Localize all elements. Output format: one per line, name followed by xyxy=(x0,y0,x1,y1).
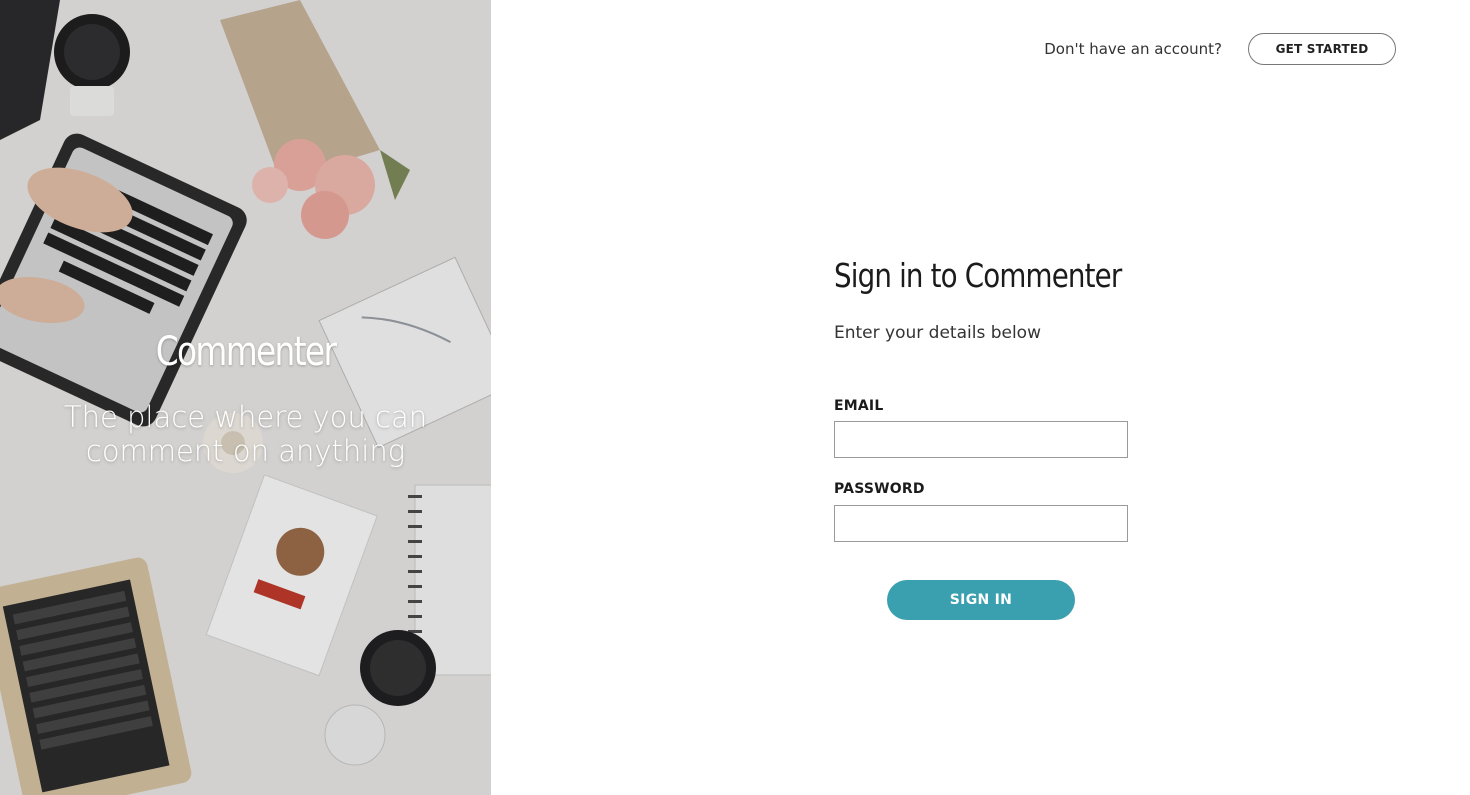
signin-page: Commenter The place where you can commen… xyxy=(0,0,1470,795)
hero-overlay xyxy=(0,0,491,795)
no-account-prompt: Don't have an account? xyxy=(1044,40,1222,58)
hero-panel: Commenter The place where you can commen… xyxy=(0,0,491,795)
email-input[interactable] xyxy=(834,421,1128,458)
password-input[interactable] xyxy=(834,505,1128,542)
hero-title: Commenter xyxy=(155,329,337,375)
sign-in-button[interactable]: SIGN IN xyxy=(887,580,1075,620)
form-title: Sign in to Commenter xyxy=(834,256,1122,295)
hero-tagline: The place where you can comment on anyth… xyxy=(63,400,428,468)
get-started-button[interactable]: GET STARTED xyxy=(1248,33,1396,65)
password-label: PASSWORD xyxy=(834,481,925,497)
form-subtitle: Enter your details below xyxy=(834,323,1041,343)
email-label: EMAIL xyxy=(834,398,884,414)
